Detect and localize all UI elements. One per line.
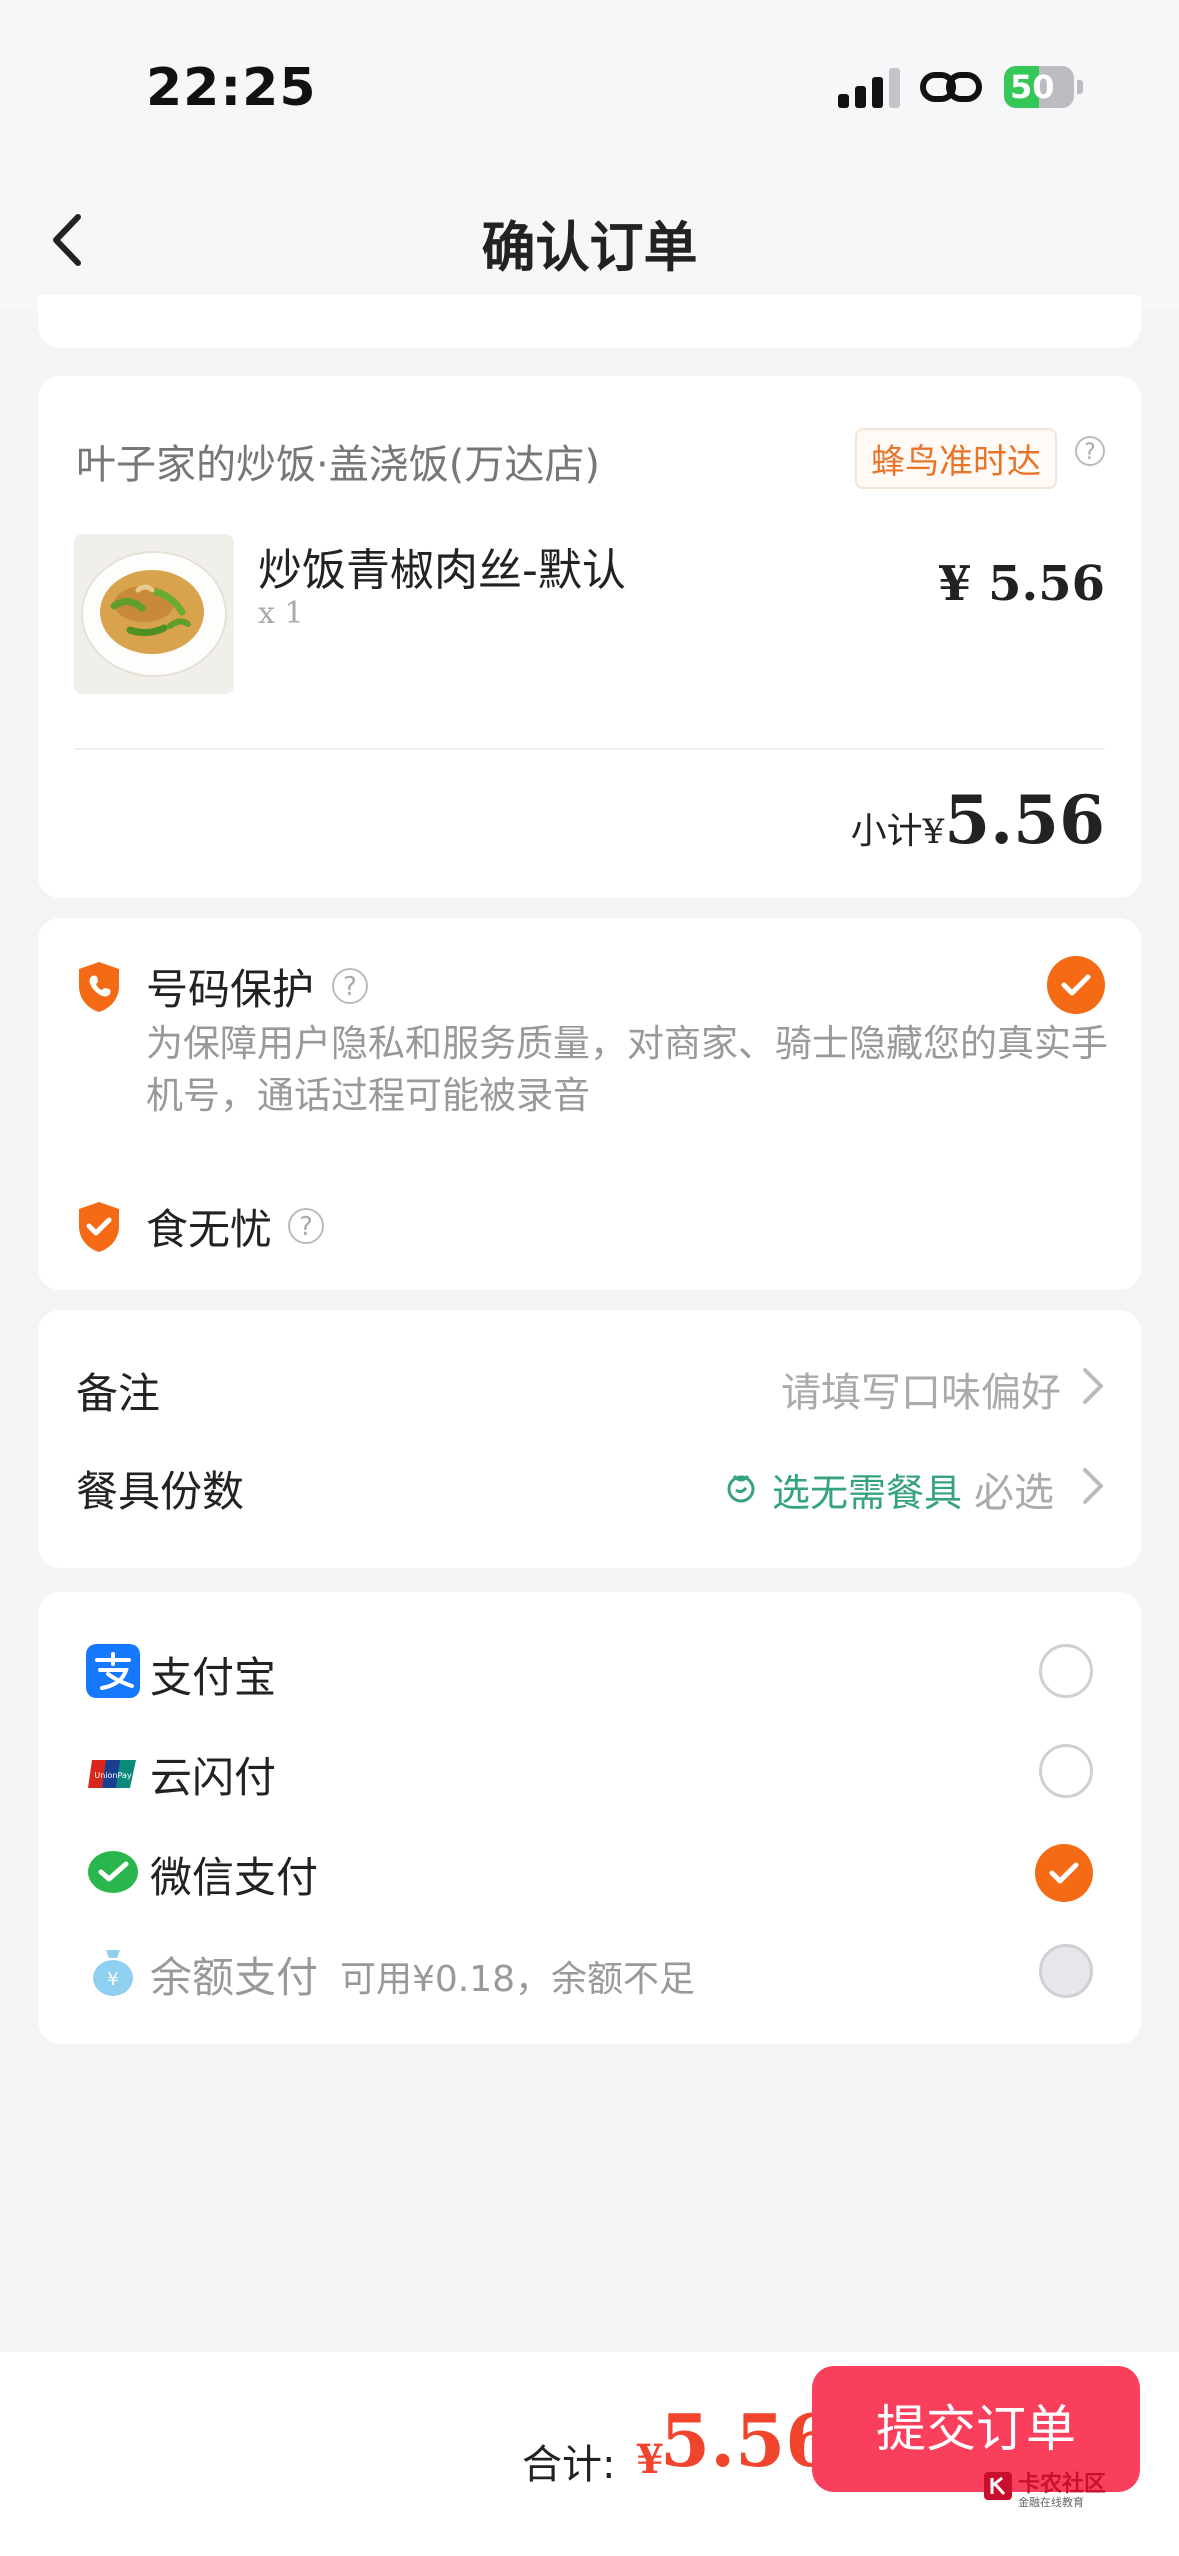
tableware-chevron-icon[interactable] [1081,1466,1105,1506]
notes-card: 备注 请填写口味偏好 餐具份数 选无需餐具 必选 [38,1310,1141,1568]
remark-chevron-icon[interactable] [1081,1366,1105,1406]
address-card-bottom [38,295,1141,348]
leaf-icon [727,1474,755,1503]
divider [74,748,1105,750]
subtotal-label: 小计 [850,811,923,852]
wechat-pay-icon [88,1851,138,1893]
services-card: 号码保护 ? 为保障用户隐私和服务质量，对商家、骑士隐藏您的真实手机号，通话过程… [38,918,1141,1290]
status-time: 22:25 [146,58,317,118]
remark-field[interactable]: 请填写口味偏好 [781,1360,1061,1418]
delivery-help-icon[interactable]: ? [1075,436,1105,466]
alipay-icon [86,1644,140,1698]
payment-card: 支付宝 UnionPay 云闪付 微信支付 ¥ 余额支付 可用¥0.18，余额不… [38,1592,1141,2044]
cellular-signal-icon [838,66,900,108]
page-title: 确认订单 [481,216,698,279]
svg-text:¥: ¥ [107,1969,118,1990]
personal-hotspot-icon [920,72,982,102]
subtotal-amount: 5.56 [944,781,1105,859]
total-amount: 5.56 [660,2398,836,2483]
payment-radio-alipay[interactable] [1039,1644,1093,1698]
checkout-footer: 合计: ¥ 5.56 提交订单 卡农社区 金融在线教育 [0,2352,1179,2556]
food-worry-free-title: 食无忧 [146,1205,273,1254]
battery-level: 50 [1010,68,1055,106]
store-name[interactable]: 叶子家的炒饭·盖浇饭(万达店) [76,432,600,490]
number-protection-checkbox[interactable] [1047,956,1105,1014]
food-image [74,534,234,694]
payment-label-wechat: 微信支付 [150,1853,319,1902]
delivery-badge: 蜂鸟准时达 [855,428,1057,489]
item-name: 炒饭青椒肉丝-默认 [258,545,626,596]
payment-label-balance: 余额支付 [150,1953,319,2002]
food-worry-free-help-icon[interactable]: ? [288,1208,324,1244]
payment-label-unionpay: 云闪付 [150,1753,277,1802]
nav-bar: 确认订单 [0,175,1179,310]
unionpay-icon: UnionPay [88,1760,136,1788]
total-label: 合计: [522,2442,616,2488]
no-tableware-option[interactable]: 选无需餐具 [772,1462,962,1517]
watermark-logo: 卡农社区 金融在线教育 [982,2466,1122,2516]
number-protection-help-icon[interactable]: ? [332,968,368,1004]
tableware-label: 餐具份数 [76,1467,245,1516]
item-quantity: x 1 [258,596,304,631]
order-card: 叶子家的炒饭·盖浇饭(万达店) 蜂鸟准时达 ? 炒饭青椒肉丝-默认 x 1 ¥ … [38,376,1141,898]
battery-icon: 50 [1004,66,1084,108]
item-price: ¥ 5.56 [937,556,1105,612]
subtotal-currency: ¥ [922,812,945,852]
balance-icon: ¥ [93,1950,133,1996]
watermark-logo-icon [984,2472,1012,2500]
payment-radio-wechat[interactable] [1035,1844,1093,1902]
tableware-required[interactable]: 必选 [974,1460,1054,1518]
watermark-subtext: 金融在线教育 [1018,2496,1084,2509]
svg-text:UnionPay: UnionPay [94,1771,131,1780]
number-protection-description: 为保障用户隐私和服务质量，对商家、骑士隐藏您的真实手机号，通话过程可能被录音 [146,1022,1108,1117]
balance-note: 可用¥0.18，余额不足 [340,1959,696,2000]
number-protection-title: 号码保护 [146,965,315,1014]
remark-label: 备注 [76,1369,161,1418]
payment-label-alipay: 支付宝 [150,1653,277,1702]
food-shield-icon [79,1202,119,1252]
payment-radio-balance [1039,1944,1093,1998]
subtotal: 小计¥5.56 [851,781,1105,859]
payment-radio-unionpay[interactable] [1039,1744,1093,1798]
phone-shield-icon [79,962,119,1012]
status-bar: 22:25 50 [0,0,1179,175]
